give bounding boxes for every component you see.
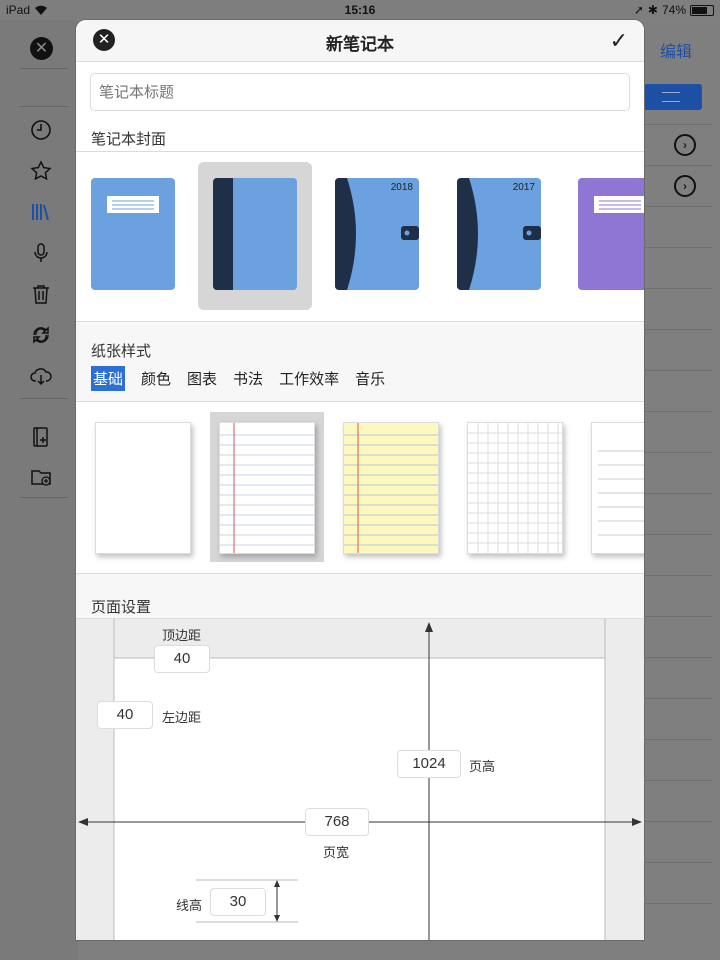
- page-settings-label: 页面设置: [91, 599, 152, 616]
- list-divider: [644, 534, 712, 535]
- library-icon[interactable]: [28, 199, 54, 225]
- left-margin-input[interactable]: 40: [97, 701, 153, 729]
- list-divider: [644, 370, 712, 371]
- cover-year: 2017: [512, 182, 535, 193]
- tab-productivity[interactable]: 工作效率: [279, 368, 339, 391]
- cover-year: 2018: [390, 182, 413, 193]
- bluetooth-icon: ✱: [647, 3, 658, 17]
- page-width-input[interactable]: 768: [305, 808, 369, 836]
- tab-color[interactable]: 颜色: [141, 368, 171, 391]
- trash-icon[interactable]: [28, 281, 54, 307]
- paper-picker: [76, 402, 644, 574]
- list-divider: [644, 493, 712, 494]
- close-icon[interactable]: ✕: [30, 37, 53, 60]
- paper-option-blank[interactable]: [95, 422, 191, 554]
- clock: 15:16: [344, 3, 376, 17]
- dialog-title: 新笔记本: [326, 35, 394, 54]
- new-notebook-icon[interactable]: [28, 424, 54, 450]
- tab-music[interactable]: 音乐: [355, 368, 385, 391]
- list-divider: [644, 780, 712, 781]
- list-divider: [644, 411, 712, 412]
- cover-option-planner-2017[interactable]: 2017: [457, 178, 541, 290]
- cover-picker: 2018 2017: [76, 152, 644, 322]
- list-divider: [644, 165, 712, 166]
- tab-basic[interactable]: 基础: [91, 366, 126, 391]
- list-divider: [644, 821, 712, 822]
- status-bar: iPad 15:16 ➚ ✱ 74%: [0, 0, 720, 20]
- new-notebook-dialog: ✕ 新笔记本 ✓ 笔记本封面 2018 2017 纸张样式 基础 颜色 图表 书: [76, 20, 644, 940]
- list-divider: [644, 616, 712, 617]
- list-divider: [644, 124, 712, 125]
- divider: [20, 398, 68, 399]
- cover-option-blue-label[interactable]: [91, 178, 175, 290]
- paper-option-yellow-legal[interactable]: [343, 422, 439, 554]
- page-settings-band: [76, 574, 644, 618]
- list-divider: [644, 452, 712, 453]
- list-divider: [644, 903, 712, 904]
- new-folder-icon[interactable]: [28, 464, 54, 490]
- cover-section-label: 笔记本封面: [91, 131, 167, 148]
- chevron-right-icon[interactable]: ›: [674, 134, 696, 156]
- page-height-label: 页高: [469, 759, 496, 774]
- tab-chart[interactable]: 图表: [187, 368, 217, 391]
- tab-calligraphy[interactable]: 书法: [233, 368, 263, 391]
- battery-percent: 74%: [661, 3, 686, 17]
- list-view-button[interactable]: [644, 84, 702, 110]
- cover-option-blue-spine[interactable]: [213, 178, 297, 290]
- clock-icon[interactable]: [28, 117, 54, 143]
- paper-category-tabs: 基础 颜色 图表 书法 工作效率 音乐: [91, 366, 385, 391]
- paper-section-label: 纸张样式: [91, 343, 152, 360]
- microphone-icon[interactable]: [28, 240, 54, 266]
- cloud-download-icon[interactable]: [28, 363, 54, 389]
- cover-option-planner-2018[interactable]: 2018: [335, 178, 419, 290]
- top-margin-label: 顶边距: [162, 628, 202, 643]
- list-divider: [644, 247, 712, 248]
- page-height-input[interactable]: 1024: [397, 750, 461, 778]
- line-height-label: 线高: [176, 898, 203, 913]
- list-divider: [644, 288, 712, 289]
- sync-icon[interactable]: [28, 322, 54, 348]
- dialog-header: ✕ 新笔记本 ✓: [76, 20, 644, 62]
- list-divider: [644, 329, 712, 330]
- list-divider: [644, 657, 712, 658]
- list-divider: [644, 206, 712, 207]
- background-notebook-list: [644, 20, 720, 960]
- divider: [20, 106, 68, 107]
- page-width-label: 页宽: [323, 845, 350, 860]
- chevron-right-icon[interactable]: ›: [674, 175, 696, 197]
- top-margin-input[interactable]: 40: [154, 645, 210, 673]
- page-settings-diagram: 顶边距 40 40 左边距 1024 页高 768 页宽 线高 30: [76, 618, 644, 940]
- confirm-checkmark-icon[interactable]: ✓: [610, 28, 628, 54]
- battery-icon: [690, 4, 714, 16]
- notebook-title-input[interactable]: [90, 73, 630, 111]
- edit-button[interactable]: 编辑: [660, 38, 692, 62]
- star-icon[interactable]: [28, 158, 54, 184]
- cover-option-purple-label[interactable]: [578, 178, 644, 290]
- paper-option-lined[interactable]: [591, 422, 644, 554]
- paper-option-grid[interactable]: [467, 422, 563, 554]
- paper-option-ruled-margin[interactable]: [219, 422, 315, 554]
- list-divider: [644, 739, 712, 740]
- list-divider: [644, 575, 712, 576]
- left-margin-label: 左边距: [162, 710, 202, 725]
- divider: [20, 497, 68, 498]
- line-height-input[interactable]: 30: [210, 888, 266, 916]
- location-icon: ➚: [633, 3, 644, 17]
- divider: [20, 68, 68, 69]
- list-divider: [644, 698, 712, 699]
- list-divider: [644, 862, 712, 863]
